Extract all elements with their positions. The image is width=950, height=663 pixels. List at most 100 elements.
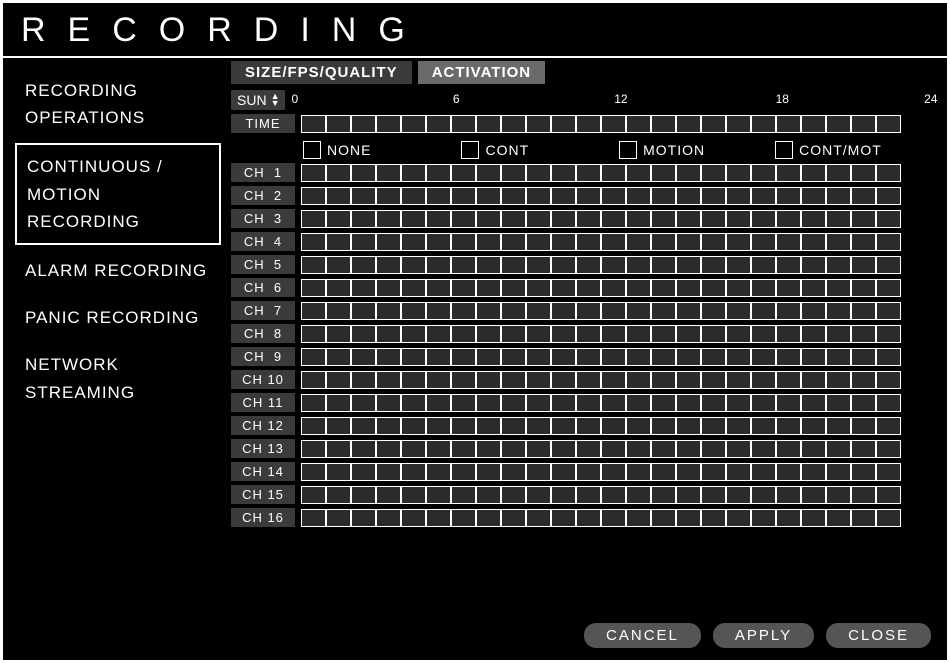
schedule-cell[interactable] [376, 348, 401, 366]
schedule-cell[interactable] [676, 187, 701, 205]
schedule-cell[interactable] [751, 486, 776, 504]
schedule-cell[interactable] [851, 256, 876, 274]
schedule-cell[interactable] [501, 463, 526, 481]
cancel-button[interactable]: CANCEL [584, 623, 701, 648]
schedule-cell[interactable] [801, 210, 826, 228]
schedule-cell[interactable] [526, 279, 551, 297]
schedule-cell[interactable] [726, 486, 751, 504]
schedule-cell[interactable] [376, 371, 401, 389]
schedule-cell[interactable] [826, 463, 851, 481]
schedule-cell[interactable] [426, 187, 451, 205]
schedule-cell[interactable] [401, 486, 426, 504]
schedule-cell[interactable] [426, 417, 451, 435]
schedule-cell[interactable] [476, 486, 501, 504]
schedule-cell[interactable] [826, 164, 851, 182]
sidebar-item-network-streaming[interactable]: NETWORK STREAMING [13, 341, 223, 415]
schedule-cell[interactable] [451, 440, 476, 458]
schedule-cell[interactable] [851, 440, 876, 458]
schedule-cell[interactable] [526, 486, 551, 504]
schedule-cell[interactable] [751, 325, 776, 343]
schedule-cell[interactable] [526, 256, 551, 274]
schedule-cell[interactable] [726, 187, 751, 205]
schedule-cell[interactable] [801, 164, 826, 182]
schedule-cell[interactable] [351, 302, 376, 320]
schedule-cell[interactable] [426, 509, 451, 527]
schedule-cell[interactable] [476, 463, 501, 481]
schedule-cell[interactable] [476, 371, 501, 389]
schedule-cell[interactable] [526, 463, 551, 481]
schedule-cell[interactable] [476, 417, 501, 435]
schedule-cell[interactable] [551, 394, 576, 412]
schedule-cell[interactable] [576, 394, 601, 412]
schedule-cell[interactable] [801, 417, 826, 435]
schedule-cell[interactable] [501, 115, 526, 133]
schedule-cell[interactable] [676, 463, 701, 481]
schedule-cell[interactable] [726, 371, 751, 389]
schedule-cell[interactable] [601, 164, 626, 182]
schedule-cell[interactable] [601, 463, 626, 481]
legend-none[interactable]: NONE [303, 141, 371, 159]
schedule-cell[interactable] [326, 233, 351, 251]
schedule-cell[interactable] [626, 210, 651, 228]
schedule-cell[interactable] [676, 210, 701, 228]
schedule-cell[interactable] [851, 187, 876, 205]
schedule-cell[interactable] [501, 256, 526, 274]
schedule-cell[interactable] [876, 187, 901, 205]
schedule-cell[interactable] [601, 417, 626, 435]
schedule-cell[interactable] [701, 371, 726, 389]
schedule-cell[interactable] [651, 279, 676, 297]
schedule-cell[interactable] [676, 164, 701, 182]
schedule-cell[interactable] [351, 486, 376, 504]
schedule-cell[interactable] [801, 256, 826, 274]
schedule-cell[interactable] [551, 325, 576, 343]
schedule-cell[interactable] [626, 463, 651, 481]
schedule-cell[interactable] [376, 509, 401, 527]
schedule-cell[interactable] [776, 463, 801, 481]
schedule-cell[interactable] [401, 463, 426, 481]
schedule-cell[interactable] [501, 187, 526, 205]
schedule-cell[interactable] [826, 256, 851, 274]
schedule-cell[interactable] [476, 279, 501, 297]
channel-label[interactable]: CH 16 [231, 508, 295, 527]
schedule-cell[interactable] [851, 371, 876, 389]
schedule-cell[interactable] [551, 233, 576, 251]
schedule-cell[interactable] [526, 417, 551, 435]
channel-label[interactable]: CH 1 [231, 163, 295, 182]
schedule-cell[interactable] [826, 233, 851, 251]
schedule-cell[interactable] [326, 371, 351, 389]
schedule-cell[interactable] [301, 115, 326, 133]
schedule-cell[interactable] [801, 394, 826, 412]
schedule-cell[interactable] [626, 164, 651, 182]
schedule-cell[interactable] [776, 233, 801, 251]
schedule-cell[interactable] [501, 325, 526, 343]
schedule-cell[interactable] [726, 417, 751, 435]
schedule-cell[interactable] [701, 187, 726, 205]
schedule-cell[interactable] [526, 371, 551, 389]
schedule-cell[interactable] [651, 440, 676, 458]
channel-label[interactable]: CH 2 [231, 186, 295, 205]
schedule-cell[interactable] [651, 348, 676, 366]
schedule-cell[interactable] [426, 348, 451, 366]
schedule-cell[interactable] [376, 115, 401, 133]
schedule-cell[interactable] [301, 348, 326, 366]
schedule-cell[interactable] [876, 302, 901, 320]
schedule-cell[interactable] [401, 210, 426, 228]
schedule-cell[interactable] [351, 210, 376, 228]
schedule-cell[interactable] [476, 210, 501, 228]
schedule-cell[interactable] [326, 210, 351, 228]
schedule-cell[interactable] [851, 164, 876, 182]
schedule-cell[interactable] [751, 164, 776, 182]
schedule-cell[interactable] [301, 325, 326, 343]
schedule-cell[interactable] [351, 394, 376, 412]
schedule-cell[interactable] [451, 486, 476, 504]
schedule-cell[interactable] [551, 371, 576, 389]
schedule-cell[interactable] [676, 115, 701, 133]
schedule-cell[interactable] [776, 164, 801, 182]
schedule-cell[interactable] [876, 509, 901, 527]
schedule-cell[interactable] [751, 371, 776, 389]
schedule-cell[interactable] [851, 210, 876, 228]
channel-label[interactable]: CH 6 [231, 278, 295, 297]
schedule-cell[interactable] [751, 302, 776, 320]
schedule-cell[interactable] [301, 256, 326, 274]
schedule-cell[interactable] [451, 325, 476, 343]
